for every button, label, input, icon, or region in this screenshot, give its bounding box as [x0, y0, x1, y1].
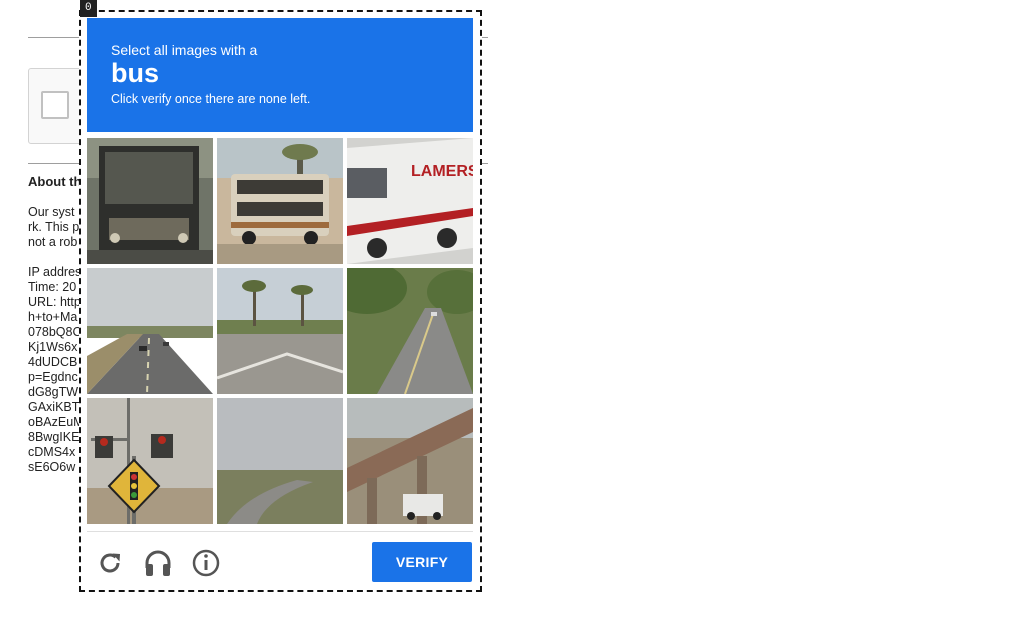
tile-2[interactable]	[217, 138, 343, 264]
background-text-line: IP addres	[28, 265, 82, 279]
footer-divider	[87, 531, 473, 532]
about-heading: About th	[28, 174, 82, 189]
frame-index-badge: 0	[80, 0, 97, 17]
verify-button[interactable]: VERIFY	[372, 542, 472, 582]
tile-6[interactable]	[347, 268, 473, 394]
background-text-line: Our syst	[28, 205, 75, 219]
tile-9[interactable]	[347, 398, 473, 524]
background-text-line: Time: 20	[28, 280, 77, 294]
background-text-line: oBAzEuM	[28, 415, 84, 429]
tile-1[interactable]	[87, 138, 213, 264]
background-text-line: Kj1Ws6x	[28, 340, 78, 354]
background-text-line: URL: http	[28, 295, 81, 309]
background-text-line: 078bQ8C	[28, 325, 82, 339]
background-text-line: sE6O6w	[28, 460, 76, 474]
background-text-line: 4dUDCB	[28, 355, 78, 369]
reload-icon[interactable]	[93, 546, 127, 580]
recaptcha-checkbox[interactable]	[41, 91, 69, 119]
background-text-line: not a rob	[28, 235, 78, 249]
background-text-line: dG8gTW	[28, 385, 79, 399]
background-text-line: GAxiKBT	[28, 400, 80, 414]
tile-5[interactable]	[217, 268, 343, 394]
svg-text:LAMERS: LAMERS	[411, 163, 473, 180]
background-text-line: rk. This p	[28, 220, 80, 234]
background-text-line: h+to+Ma	[28, 310, 78, 324]
background-text-line: cDMS4x	[28, 445, 76, 459]
tile-4[interactable]	[87, 268, 213, 394]
tile-8[interactable]	[217, 398, 343, 524]
background-text-line: p=Egdnc	[28, 370, 78, 384]
target-object: bus	[111, 58, 160, 88]
instruction-text: Select all images with a	[111, 42, 258, 58]
tile-7[interactable]	[87, 398, 213, 524]
challenge-header: Select all images with a bus Click verif…	[87, 18, 473, 132]
headphones-icon[interactable]	[141, 546, 175, 580]
info-icon[interactable]	[189, 546, 223, 580]
tile-3[interactable]: LAMERS	[347, 138, 473, 264]
instruction-subtext: Click verify once there are none left.	[111, 92, 311, 106]
background-text-line: 8BwgIKE	[28, 430, 80, 444]
